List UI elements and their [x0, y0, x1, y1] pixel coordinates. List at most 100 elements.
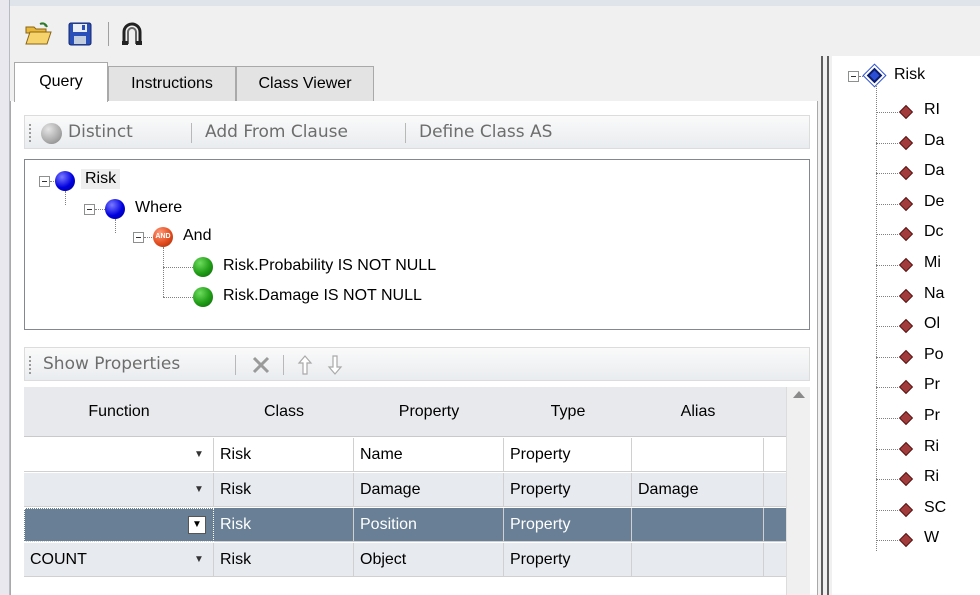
type-cell[interactable]: Property	[504, 438, 632, 472]
toolbar-separator	[283, 355, 284, 375]
column-header-property[interactable]: Property	[354, 387, 504, 437]
class-cell[interactable]: Risk	[214, 543, 354, 577]
attribute-icon	[898, 441, 914, 457]
class-attribute-item[interactable]: Dc	[924, 223, 944, 249]
tree-node-condition[interactable]: Risk.Damage IS NOT NULL	[219, 286, 426, 306]
tree-connector	[876, 479, 898, 480]
collapse-icon[interactable]	[84, 204, 95, 215]
move-up-icon[interactable]	[297, 354, 313, 376]
class-attribute-item[interactable]: Na	[924, 285, 944, 311]
property-cell[interactable]: Name	[354, 438, 504, 472]
function-cell[interactable]	[24, 473, 214, 507]
tree-node-condition[interactable]: Risk.Probability IS NOT NULL	[219, 256, 440, 276]
tree-connector	[163, 297, 193, 298]
tree-connector	[876, 418, 898, 419]
alias-cell[interactable]	[632, 438, 764, 472]
tree-node-and[interactable]: And	[179, 226, 215, 246]
alias-cell[interactable]	[632, 508, 764, 542]
tab-instructions-label: Instructions	[131, 75, 213, 92]
collapse-icon[interactable]	[133, 232, 144, 243]
properties-grid[interactable]: Function Class Property Type Alias ▼ Ris…	[24, 387, 810, 595]
column-header-function[interactable]: Function	[24, 387, 214, 437]
table-row[interactable]: COUNT ▼ Risk Object Property	[24, 543, 786, 577]
table-row-selected[interactable]: ▼ Risk Position Property	[24, 508, 786, 542]
main-toolbar	[10, 6, 980, 56]
class-attribute-item[interactable]: RI	[924, 101, 940, 127]
tab-query-label: Query	[39, 73, 83, 90]
dropdown-arrow-icon[interactable]: ▼	[190, 551, 208, 569]
function-cell[interactable]: COUNT	[24, 543, 214, 577]
tree-node-and-label: And	[183, 227, 212, 244]
toolbar-separator	[108, 22, 109, 46]
floppy-disk-icon[interactable]	[66, 20, 94, 48]
class-attribute-item[interactable]: Pr	[924, 407, 940, 433]
grid-scrollbar[interactable]	[786, 387, 810, 595]
tab-query[interactable]: Query	[14, 62, 108, 102]
define-class-as-button[interactable]: Define Class AS	[419, 122, 552, 142]
column-header-type[interactable]: Type	[504, 387, 632, 437]
scroll-up-arrow-icon[interactable]	[793, 391, 805, 398]
query-tree[interactable]: Risk Where AND And Risk.Probability IS N…	[24, 159, 810, 330]
type-cell[interactable]: Property	[504, 543, 632, 577]
property-cell[interactable]: Object	[354, 543, 504, 577]
class-attribute-item[interactable]: Ri	[924, 438, 939, 464]
class-tree-root[interactable]: Risk	[890, 66, 929, 92]
property-cell[interactable]: Position	[354, 508, 504, 542]
tree-node-risk[interactable]: Risk	[81, 169, 121, 189]
condition-node-icon	[193, 257, 213, 277]
tree-node-where[interactable]: Where	[131, 198, 186, 218]
alias-cell[interactable]	[632, 543, 764, 577]
tree-connector	[876, 449, 898, 450]
class-attribute-item[interactable]: W	[924, 529, 939, 555]
magnet-icon[interactable]	[118, 20, 146, 48]
class-cell[interactable]: Risk	[214, 473, 354, 507]
alias-cell[interactable]: Damage	[632, 473, 764, 507]
dropdown-arrow-icon[interactable]: ▼	[188, 516, 206, 534]
toolbar-separator	[191, 123, 192, 143]
class-attribute-item[interactable]: Pr	[924, 376, 940, 402]
class-attribute-item[interactable]: Ri	[924, 468, 939, 494]
class-attribute-item[interactable]: De	[924, 193, 944, 219]
panel-splitter[interactable]	[818, 56, 832, 595]
dropdown-arrow-icon[interactable]: ▼	[190, 446, 208, 464]
delete-icon[interactable]	[251, 355, 271, 375]
type-cell[interactable]: Property	[504, 473, 632, 507]
properties-toolbar: Show Properties	[24, 347, 810, 381]
class-attribute-item[interactable]: Ol	[924, 315, 940, 341]
tree-connector	[876, 296, 898, 297]
class-cell[interactable]: Risk	[214, 508, 354, 542]
folder-open-icon[interactable]	[24, 20, 52, 48]
table-row[interactable]: ▼ Risk Name Property	[24, 438, 786, 472]
class-viewer-tree[interactable]: Risk RI Da Da De Dc Mi Na Ol Po Pr Pr Ri Ri SC W	[832, 56, 980, 595]
class-attribute-item[interactable]: Da	[924, 132, 944, 158]
table-row[interactable]: ▼ Risk Damage Property Damage	[24, 473, 786, 507]
collapse-icon[interactable]	[39, 176, 50, 187]
tree-connector	[163, 247, 164, 297]
type-cell[interactable]: Property	[504, 508, 632, 542]
function-cell[interactable]	[24, 508, 214, 542]
tree-connector	[876, 510, 898, 511]
tab-instructions[interactable]: Instructions	[108, 66, 236, 102]
class-attribute-item[interactable]: Mi	[924, 254, 941, 280]
condition-label: Risk.Damage IS NOT NULL	[223, 287, 422, 304]
move-down-icon[interactable]	[327, 354, 343, 376]
column-header-alias[interactable]: Alias	[632, 387, 764, 437]
collapse-icon[interactable]	[848, 71, 859, 82]
dropdown-arrow-icon[interactable]: ▼	[190, 481, 208, 499]
tree-connector	[95, 209, 105, 210]
show-properties-button[interactable]: Show Properties	[43, 354, 180, 374]
class-attribute-item[interactable]: SC	[924, 499, 946, 525]
attribute-icon	[898, 502, 914, 518]
distinct-button[interactable]: Distinct	[68, 122, 133, 142]
function-cell[interactable]	[24, 438, 214, 472]
column-header-class[interactable]: Class	[214, 387, 354, 437]
property-cell[interactable]: Damage	[354, 473, 504, 507]
tab-class-viewer[interactable]: Class Viewer	[236, 66, 374, 102]
class-attribute-item[interactable]: Da	[924, 162, 944, 188]
add-from-clause-button[interactable]: Add From Clause	[205, 122, 348, 142]
class-cell[interactable]: Risk	[214, 438, 354, 472]
attribute-icon	[898, 135, 914, 151]
toolbar-separator	[405, 123, 406, 143]
class-attribute-item[interactable]: Po	[924, 346, 944, 372]
tree-node-where-label: Where	[135, 199, 183, 216]
